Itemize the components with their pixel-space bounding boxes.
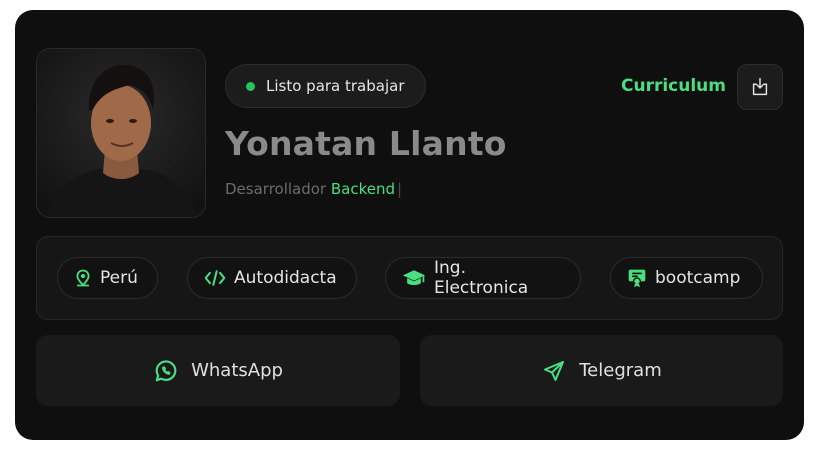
role-highlight: Backend — [330, 180, 396, 198]
certificate-icon — [628, 269, 646, 288]
whatsapp-icon — [155, 359, 177, 381]
whatsapp-button[interactable]: WhatsApp — [36, 335, 400, 406]
download-cv-button[interactable] — [737, 64, 783, 110]
tag-self-taught: Autodidacta — [187, 257, 357, 299]
profile-name: Yonatan Llanto — [225, 124, 507, 163]
typing-caret: | — [397, 180, 403, 198]
whatsapp-label: WhatsApp — [191, 360, 283, 381]
status-text: Listo para trabajar — [266, 77, 405, 95]
tag-label: Autodidacta — [234, 268, 337, 288]
profile-card: Listo para trabajar Curriculum Yonatan L… — [15, 10, 804, 440]
curriculum-link[interactable]: Curriculum — [621, 76, 726, 96]
status-dot-icon — [246, 81, 255, 91]
tag-education: Ing. Electronica — [385, 257, 581, 299]
avatar-photo — [37, 49, 205, 217]
tag-label: bootcamp — [655, 268, 741, 288]
map-pin-icon — [76, 269, 90, 287]
graduation-cap-icon — [402, 270, 426, 286]
tag-label: Ing. Electronica — [434, 258, 529, 298]
download-icon — [752, 78, 768, 96]
tags-container: Perú Autodidacta Ing. Electronica bootca… — [36, 236, 783, 320]
tag-location: Perú — [57, 257, 158, 299]
profile-role: Desarrollador Backend | — [225, 180, 402, 198]
telegram-button[interactable]: Telegram — [420, 335, 783, 406]
code-icon — [204, 270, 226, 286]
tag-bootcamp: bootcamp — [610, 257, 763, 299]
tag-label: Perú — [100, 268, 138, 288]
status-badge: Listo para trabajar — [225, 64, 426, 108]
role-prefix: Desarrollador — [225, 180, 327, 198]
send-icon — [544, 360, 565, 381]
telegram-label: Telegram — [579, 360, 662, 381]
avatar — [36, 48, 206, 218]
